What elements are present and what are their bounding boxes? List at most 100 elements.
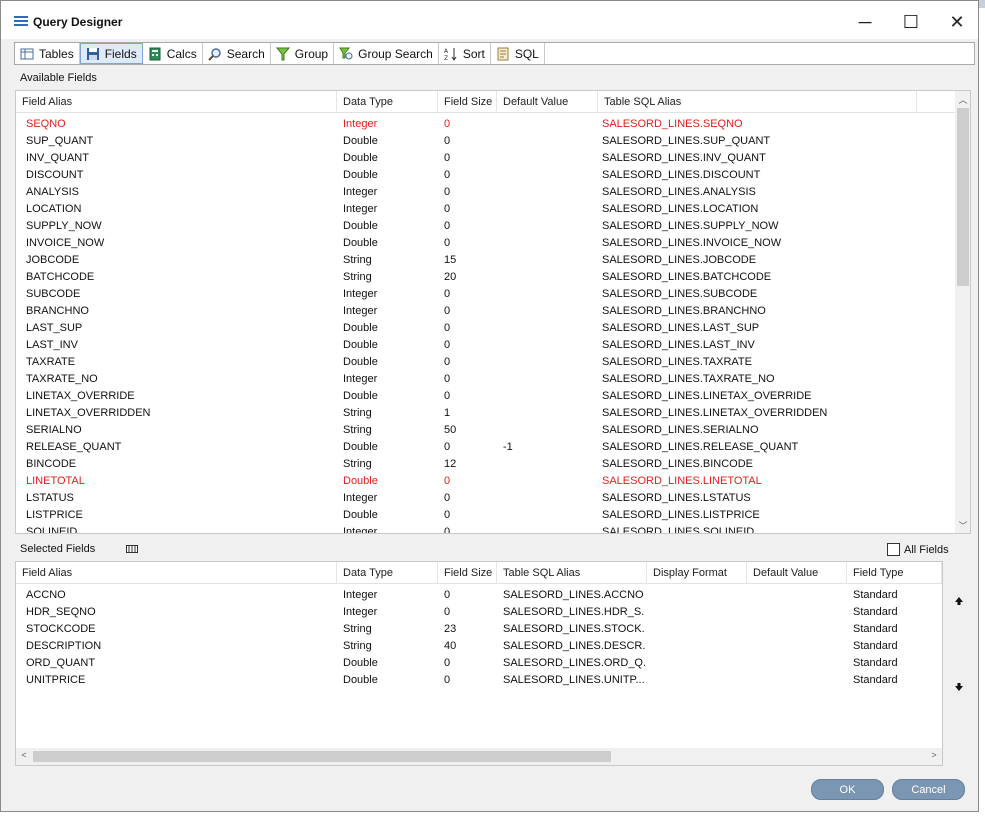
- column-header-field-size[interactable]: Field Size: [438, 91, 497, 113]
- table-row[interactable]: INV_QUANT Double 0 SALESORD_LINES.INV_QUANT: [16, 150, 941, 167]
- column-header-table-sql-alias[interactable]: Table SQL Alias: [497, 562, 647, 584]
- column-header-field-size[interactable]: Field Size: [438, 562, 497, 584]
- column-header-table-sql-alias[interactable]: Table SQL Alias: [598, 91, 917, 113]
- scroll-left-arrow-icon[interactable]: <: [18, 750, 30, 760]
- column-header-field-alias[interactable]: Field Alias: [16, 91, 337, 113]
- cell-data-type: Double: [343, 390, 378, 402]
- cell-table-sql-alias: SALESORD_LINES.JOBCODE: [602, 254, 757, 266]
- tab-group-search[interactable]: Group Search: [334, 43, 439, 64]
- column-header-display-format[interactable]: Display Format: [647, 562, 747, 584]
- horizontal-scrollbar-thumb[interactable]: [33, 751, 611, 762]
- table-row[interactable]: BATCHCODE String 20 SALESORD_LINES.BATCHCOD…: [16, 269, 941, 286]
- cell-table-sql-alias: SALESORD_LINES.TAXRATE: [602, 356, 752, 368]
- cell-field-size: 0: [444, 390, 451, 402]
- minimize-button[interactable]: ─: [842, 7, 888, 37]
- table-row[interactable]: BRANCHNO Integer 0 SALESORD_LINES.BRANCHNO: [16, 303, 941, 320]
- table-row[interactable]: ACCNO Integer 0 SALESORD_LINES.ACCNO Standar…: [16, 587, 941, 604]
- cell-field-size: 12: [444, 458, 457, 470]
- table-row[interactable]: LINETAX_OVERRIDDEN String 1 SALESORD_LINES.…: [16, 405, 941, 422]
- scroll-down-arrow-icon[interactable]: ﹀: [955, 519, 970, 532]
- cell-field-size: 0: [444, 186, 451, 198]
- table-row[interactable]: SUBCODE Integer 0 SALESORD_LINES.SUBCODE: [16, 286, 941, 303]
- tab-sql[interactable]: SQL: [491, 43, 545, 64]
- table-row[interactable]: LAST_INV Double 0 SALESORD_LINES.LAST_INV: [16, 337, 941, 354]
- table-row[interactable]: LISTPRICE Double 0 SALESORD_LINES.LISTPRICE: [16, 507, 941, 524]
- column-header-field-alias[interactable]: Field Alias: [16, 562, 337, 584]
- maximize-button[interactable]: ☐: [888, 7, 934, 37]
- tab-calcs[interactable]: Calcs: [143, 43, 203, 64]
- cell-data-type: String: [343, 254, 372, 266]
- cell-default-value: [745, 655, 845, 672]
- table-row[interactable]: JOBCODE String 15 SALESORD_LINES.JOBCODE: [16, 252, 941, 269]
- table-row[interactable]: LINETOTAL Double 0 SALESORD_LINES.LINETOTAL: [16, 473, 941, 490]
- table-row[interactable]: SEQNO Integer 0 SALESORD_LINES.SEQNO: [16, 116, 941, 133]
- all-fields-toggle[interactable]: All Fields: [887, 543, 949, 556]
- column-header-data-type[interactable]: Data Type: [337, 562, 438, 584]
- table-row[interactable]: LSTATUS Integer 0 SALESORD_LINES.LSTATUS: [16, 490, 941, 507]
- table-row[interactable]: HDR_SEQNO Integer 0 SALESORD_LINES.HDR_S...…: [16, 604, 941, 621]
- cell-display-format: [645, 672, 745, 689]
- cell-default-value: [495, 337, 596, 354]
- ok-button[interactable]: OK: [811, 779, 884, 800]
- table-row[interactable]: LAST_SUP Double 0 SALESORD_LINES.LAST_SUP: [16, 320, 941, 337]
- table-row[interactable]: TAXRATE_NO Integer 0 SALESORD_LINES.TAXRATE…: [16, 371, 941, 388]
- close-button[interactable]: ✕: [934, 7, 980, 37]
- cell-default-value: [495, 388, 596, 405]
- tab-group[interactable]: Group: [271, 43, 335, 64]
- cell-field-size: 0: [444, 492, 451, 504]
- group-search-icon: [339, 47, 353, 61]
- table-row[interactable]: LOCATION Integer 0 SALESORD_LINES.LOCATION: [16, 201, 941, 218]
- cell-field-type: Standard: [853, 657, 898, 669]
- column-header-field-type[interactable]: Field Type: [847, 562, 942, 584]
- tab-search[interactable]: Search: [203, 43, 271, 64]
- table-row[interactable]: RELEASE_QUANT Double 0 -1 SALESORD_LINES.REL…: [16, 439, 941, 456]
- tab-sort-label: Sort: [462, 46, 485, 61]
- selected-fields-label: Selected Fields: [20, 543, 96, 555]
- table-row[interactable]: DESCRIPTION String 40 SALESORD_LINES.DESCR.…: [16, 638, 941, 655]
- available-fields-scrollbar[interactable]: ︿ ﹀: [955, 91, 970, 533]
- toolbar: Tables Fields Calcs Search Group Group S…: [14, 42, 975, 65]
- move-down-arrow-icon[interactable]: [952, 681, 966, 693]
- magnifier-icon: [208, 47, 222, 61]
- table-row[interactable]: ORD_QUANT Double 0 SALESORD_LINES.ORD_Q... S…: [16, 655, 941, 672]
- cell-data-type: String: [343, 640, 372, 652]
- cell-table-sql-alias: SALESORD_LINES.LSTATUS: [602, 492, 751, 504]
- table-row[interactable]: SUP_QUANT Double 0 SALESORD_LINES.SUP_QUANT: [16, 133, 941, 150]
- scroll-up-arrow-icon[interactable]: ︿: [955, 93, 970, 106]
- table-row[interactable]: TAXRATE Double 0 SALESORD_LINES.TAXRATE: [16, 354, 941, 371]
- tab-fields[interactable]: Fields: [79, 43, 143, 64]
- table-row[interactable]: SERIALNO String 50 SALESORD_LINES.SERIALNO: [16, 422, 941, 439]
- table-row[interactable]: STOCKCODE String 23 SALESORD_LINES.STOCK...…: [16, 621, 941, 638]
- all-fields-checkbox[interactable]: [887, 543, 900, 556]
- table-row[interactable]: LINETAX_OVERRIDE Double 0 SALESORD_LINES.LI…: [16, 388, 941, 405]
- cell-data-type: Double: [343, 657, 378, 669]
- selected-fields-grid: Field Alias Data Type Field Size Table S…: [15, 561, 943, 766]
- move-up-arrow-icon[interactable]: [952, 595, 966, 607]
- table-row[interactable]: ANALYSIS Integer 0 SALESORD_LINES.ANALYSIS: [16, 184, 941, 201]
- scroll-right-arrow-icon[interactable]: >: [928, 750, 940, 760]
- cell-data-type: Integer: [343, 526, 378, 534]
- horizontal-scrollbar[interactable]: < >: [16, 748, 942, 765]
- cancel-button[interactable]: Cancel: [892, 779, 965, 800]
- cell-field-size: 0: [444, 288, 451, 300]
- field-list-icon[interactable]: [126, 544, 138, 554]
- scrollbar-thumb[interactable]: [957, 108, 969, 286]
- cell-field-size: 0: [444, 169, 451, 181]
- cell-default-value: [745, 638, 845, 655]
- svg-text:A: A: [444, 48, 449, 55]
- table-row[interactable]: SUPPLY_NOW Double 0 SALESORD_LINES.SUPPLY_N…: [16, 218, 941, 235]
- column-header-data-type[interactable]: Data Type: [337, 91, 438, 113]
- tab-sort[interactable]: AZ Sort: [439, 43, 491, 64]
- cell-field-alias: LAST_SUP: [26, 322, 83, 334]
- table-row[interactable]: SOLINEID Integer 0 SALESORD_LINES.SOLINEID: [16, 524, 941, 534]
- column-header-default-value[interactable]: Default Value: [497, 91, 598, 113]
- tab-tables-label: Tables: [39, 46, 74, 61]
- table-row[interactable]: INVOICE_NOW Double 0 SALESORD_LINES.INVOICE…: [16, 235, 941, 252]
- cell-default-value: [745, 672, 845, 689]
- cell-data-type: Double: [343, 674, 378, 686]
- tab-tables[interactable]: Tables: [15, 43, 80, 64]
- table-row[interactable]: BINCODE String 12 SALESORD_LINES.BINCODE: [16, 456, 941, 473]
- table-row[interactable]: DISCOUNT Double 0 SALESORD_LINES.DISCOUNT: [16, 167, 941, 184]
- table-row[interactable]: UNITPRICE Double 0 SALESORD_LINES.UNITP... S…: [16, 672, 941, 689]
- column-header-default-value[interactable]: Default Value: [747, 562, 847, 584]
